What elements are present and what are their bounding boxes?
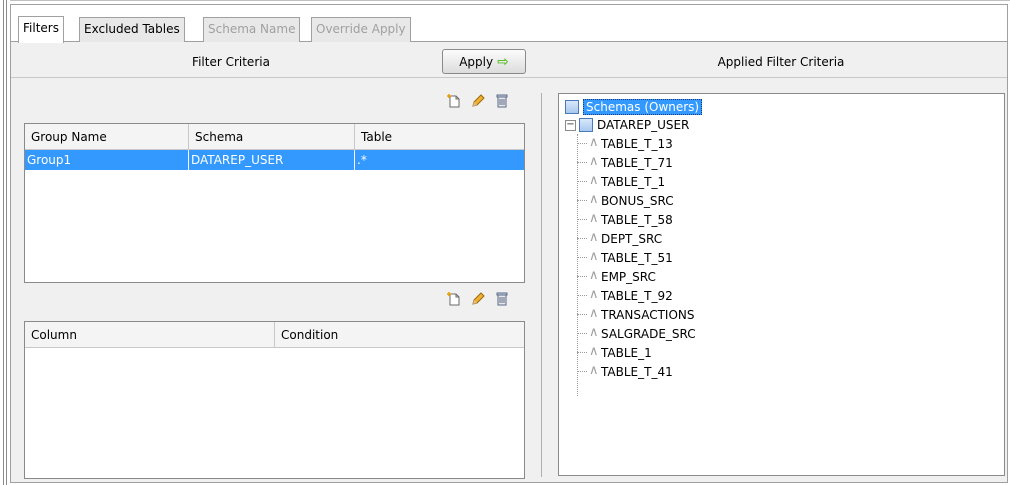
tree-table-node[interactable]: ∧ TABLE_1 — [565, 343, 1004, 362]
edit-pencil-icon[interactable] — [469, 290, 487, 308]
tree-table-label[interactable]: TABLE_T_41 — [601, 365, 673, 379]
column-header-column[interactable]: Column — [25, 322, 275, 348]
tree-table-label[interactable]: TABLE_T_58 — [601, 213, 673, 227]
apply-button[interactable]: Apply ⇨ — [442, 49, 526, 74]
tree-root[interactable]: Schemas (Owners) — [565, 98, 1004, 116]
tree-connector — [577, 352, 587, 353]
tree-table-label[interactable]: TRANSACTIONS — [601, 308, 695, 322]
tree-connector — [577, 238, 587, 239]
tree-connector — [577, 371, 587, 372]
table-node-icon: ∧ — [589, 344, 599, 359]
tree-table-label[interactable]: BONUS_SRC — [601, 194, 674, 208]
table-node-icon: ∧ — [589, 363, 599, 378]
delete-trash-icon[interactable] — [493, 290, 511, 308]
tree-schema-label[interactable]: DATAREP_USER — [597, 118, 689, 132]
tree-root-label[interactable]: Schemas (Owners) — [583, 99, 703, 115]
tree-schema-node[interactable]: − DATAREP_USER — [565, 116, 1004, 134]
tree-table-node[interactable]: ∧ TABLE_T_1 — [565, 172, 1004, 191]
apply-button-label: Apply — [459, 54, 494, 69]
tree-table-node[interactable]: ∧ TABLE_T_51 — [565, 248, 1004, 267]
groups-table: Group Name Schema Table Group1 DATAREP_U… — [24, 123, 525, 283]
table-row[interactable]: Group1 DATAREP_USER .* — [25, 150, 524, 170]
tree-table-label[interactable]: EMP_SRC — [601, 270, 656, 284]
conditions-table: Column Condition — [24, 321, 525, 479]
tree-table-node[interactable]: ∧ TABLE_T_92 — [565, 286, 1004, 305]
table-node-icon: ∧ — [589, 287, 599, 302]
tree-table-node[interactable]: ∧ EMP_SRC — [565, 267, 1004, 286]
schema-icon — [579, 118, 593, 132]
tree-table-node[interactable]: ∧ DEPT_SRC — [565, 229, 1004, 248]
tree-connector — [577, 314, 587, 315]
tree-table-label[interactable]: TABLE_T_92 — [601, 289, 673, 303]
conditions-toolbar — [445, 288, 511, 310]
tree-table-node[interactable]: ∧ SALGRADE_SRC — [565, 324, 1004, 343]
tree-table-label[interactable]: TABLE_1 — [601, 346, 652, 360]
groups-table-header: Group Name Schema Table — [25, 124, 524, 150]
table-node-icon: ∧ — [589, 268, 599, 283]
column-header-condition[interactable]: Condition — [275, 322, 524, 348]
tab-excluded-tables[interactable]: Excluded Tables — [79, 17, 185, 42]
tree-table-node[interactable]: ∧ TABLE_T_41 — [565, 362, 1004, 381]
table-node-icon: ∧ — [589, 192, 599, 207]
tree-connector — [577, 219, 587, 220]
panel-divider[interactable] — [541, 93, 542, 477]
tree-connector — [577, 295, 587, 296]
tree-table-list: ∧ TABLE_T_13 ∧ TABLE_T_71 ∧ TABLE_T_1 ∧ BONUS_S… — [565, 134, 1004, 381]
cell-table[interactable]: .* — [355, 150, 524, 170]
green-right-arrow-icon: ⇨ — [497, 53, 509, 70]
tree-table-label[interactable]: TABLE_T_71 — [601, 156, 673, 170]
groups-toolbar — [445, 90, 511, 112]
tree-table-label[interactable]: TABLE_T_51 — [601, 251, 673, 265]
tree-connector — [577, 143, 587, 144]
tab-schema-name[interactable]: Schema Name — [203, 17, 301, 42]
tab-override-apply[interactable]: Override Apply — [311, 17, 411, 42]
filters-dialog: Filters Excluded Tables Schema Name Over… — [10, 4, 1008, 483]
collapse-icon[interactable]: − — [565, 119, 576, 131]
applied-filter-criteria-header: Applied Filter Criteria — [717, 55, 845, 69]
applied-filter-tree: Schemas (Owners) − DATAREP_USER ∧ TABLE_T… — [558, 93, 1005, 476]
table-node-icon: ∧ — [589, 211, 599, 226]
tree-table-label[interactable]: TABLE_T_1 — [601, 175, 665, 189]
table-node-icon: ∧ — [589, 135, 599, 150]
cell-schema[interactable]: DATAREP_USER — [189, 150, 355, 170]
tree-connector — [577, 162, 587, 163]
column-header-table[interactable]: Table — [355, 124, 524, 150]
new-icon[interactable] — [445, 290, 463, 308]
cell-group-name[interactable]: Group1 — [25, 150, 189, 170]
tree-table-label[interactable]: DEPT_SRC — [601, 232, 662, 246]
tree-table-node[interactable]: ∧ TRANSACTIONS — [565, 305, 1004, 324]
tree-connector — [577, 333, 587, 334]
table-node-icon: ∧ — [589, 230, 599, 245]
delete-trash-icon[interactable] — [493, 92, 511, 110]
conditions-table-header: Column Condition — [25, 322, 524, 348]
schema-folder-icon — [565, 100, 579, 114]
tree-table-node[interactable]: ∧ TABLE_T_13 — [565, 134, 1004, 153]
tree-connector — [577, 257, 587, 258]
tree-table-node[interactable]: ∧ BONUS_SRC — [565, 191, 1004, 210]
table-node-icon: ∧ — [589, 306, 599, 321]
new-icon[interactable] — [445, 92, 463, 110]
tree-table-label[interactable]: SALGRADE_SRC — [601, 327, 696, 341]
tree-connector — [577, 181, 587, 182]
tree-table-node[interactable]: ∧ TABLE_T_71 — [565, 153, 1004, 172]
edit-pencil-icon[interactable] — [469, 92, 487, 110]
tree-connector — [577, 200, 587, 201]
window-left-border — [0, 0, 10, 485]
header-separator — [11, 77, 1007, 78]
tree-table-node[interactable]: ∧ TABLE_T_58 — [565, 210, 1004, 229]
table-node-icon: ∧ — [589, 325, 599, 340]
filter-criteria-header: Filter Criteria — [192, 55, 270, 69]
tab-filters[interactable]: Filters — [18, 16, 64, 43]
column-header-group-name[interactable]: Group Name — [25, 124, 189, 150]
tree-connector — [577, 276, 587, 277]
column-header-schema[interactable]: Schema — [189, 124, 355, 150]
tree-table-label[interactable]: TABLE_T_13 — [601, 137, 673, 151]
table-node-icon: ∧ — [589, 249, 599, 264]
tab-strip: Filters Excluded Tables Schema Name Over… — [11, 5, 1007, 43]
table-node-icon: ∧ — [589, 173, 599, 188]
table-node-icon: ∧ — [589, 154, 599, 169]
